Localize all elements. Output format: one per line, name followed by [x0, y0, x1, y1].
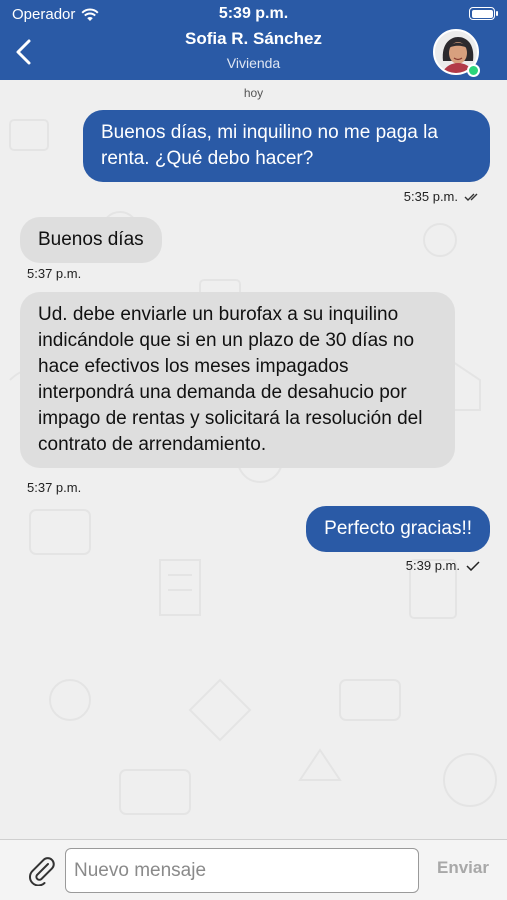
online-status-indicator: [467, 64, 480, 77]
message-time: 5:35 p.m.: [403, 189, 458, 204]
status-bar-time: 5:39 p.m.: [218, 5, 289, 22]
contact-subtitle: Vivienda: [226, 55, 281, 71]
message-bubble-incoming[interactable]: Ud. debe enviarle un burofax a su inquil…: [20, 292, 455, 468]
message-input[interactable]: [65, 848, 419, 893]
message-time: 5:37 p.m.: [27, 480, 82, 495]
message-bubble-outgoing[interactable]: Buenos días, mi inquilino no me paga la …: [83, 110, 490, 182]
single-check-icon: [466, 560, 480, 571]
double-check-icon: [464, 193, 478, 201]
message-meta: 5:37 p.m.: [27, 266, 81, 281]
chat-header: Operador 5:39 p.m. Sofia R. Sánchez Vivi…: [0, 0, 507, 80]
battery-icon: [469, 7, 498, 20]
send-button[interactable]: Enviar: [430, 858, 496, 878]
message-bubble-outgoing[interactable]: Perfecto gracias!!: [306, 506, 490, 552]
message-meta: 5:37 p.m.: [27, 480, 81, 495]
message-time: 5:37 p.m.: [27, 266, 82, 281]
message-composer: Enviar: [0, 839, 507, 900]
message-list[interactable]: hoy Buenos días, mi inquilino no me paga…: [0, 80, 507, 839]
contact-name[interactable]: Sofia R. Sánchez: [0, 29, 507, 49]
message-bubble-incoming[interactable]: Buenos días: [20, 217, 162, 263]
message-meta: 5:39 p.m.: [406, 558, 480, 573]
day-separator: hoy: [243, 86, 264, 100]
message-time: 5:39 p.m.: [405, 558, 460, 573]
message-meta: 5:35 p.m.: [404, 189, 482, 204]
paperclip-icon[interactable]: [27, 856, 57, 886]
